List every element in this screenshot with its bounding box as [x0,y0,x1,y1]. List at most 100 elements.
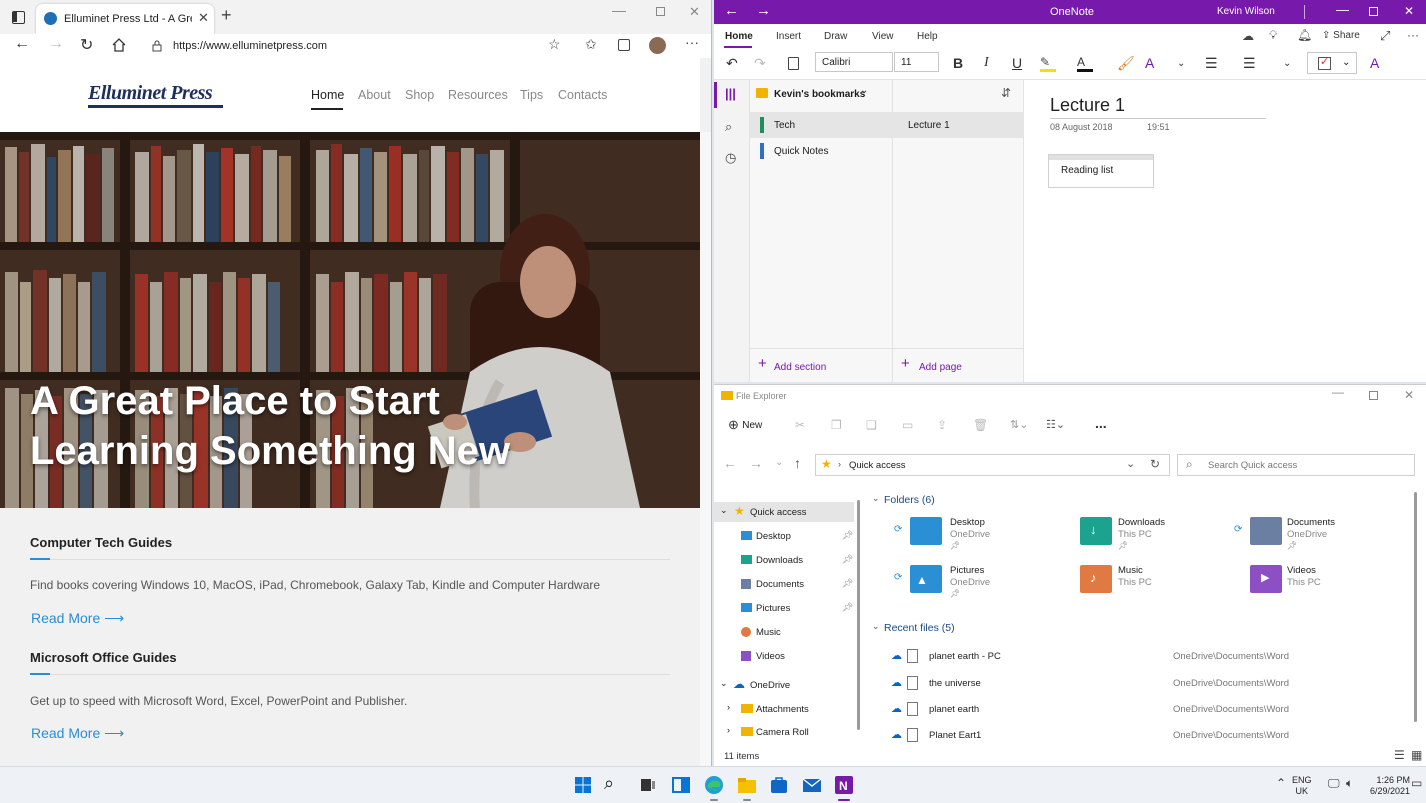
clear-format-icon[interactable]: A [1145,55,1154,71]
add-favorite-icon[interactable]: ☆ [548,36,561,53]
font-color-icon[interactable]: A [1077,55,1093,72]
chevron-down-icon[interactable]: ⌄ [720,505,728,516]
favorites-icon[interactable]: ✩ [585,36,597,53]
volume-icon[interactable]: 🔈︎ [1346,776,1353,791]
sort-icon[interactable]: ⇵ [1001,86,1011,100]
tab-draw[interactable]: Draw [824,31,847,42]
tag-dropdown[interactable]: ✓ ⌄ [1307,52,1357,74]
note-container[interactable]: Reading list [1048,154,1154,188]
tree-item-documents[interactable]: Documents 📌︎ [714,574,854,594]
bell-icon[interactable]: 🔔︎ [1297,28,1312,42]
tab-insert[interactable]: Insert [776,31,801,42]
folder-tile-music[interactable]: ♪ Music This PC [1064,562,1224,602]
page-canvas[interactable]: Lecture 1 08 August 2018 19:51 Reading l… [1024,80,1426,382]
read-more-link[interactable]: Read More ⟶ [31,725,124,742]
site-logo[interactable]: Elluminet Press [88,82,213,105]
copy-icon[interactable]: ❐ [831,418,842,432]
refresh-icon[interactable]: ↻ [1150,457,1160,471]
add-page-button[interactable]: + Add page [893,348,1024,382]
search-icon[interactable]: ⌕ [725,119,732,135]
notifications-icon[interactable]: ▭ [1411,776,1422,790]
folder-tile-documents[interactable]: ⟳ Documents OneDrive 📌︎ [1234,514,1404,554]
note-text[interactable]: Reading list [1061,165,1113,176]
share-button[interactable]: ⇪ Share [1322,30,1360,41]
chevron-down-icon[interactable]: ⌄ [860,85,868,96]
up-icon[interactable]: ↑ [794,455,801,471]
nav-home[interactable]: Home [311,88,344,102]
close-window-icon[interactable]: ✕ [689,4,700,20]
onenote-taskbar-button[interactable]: N [832,773,856,801]
chevron-down-icon[interactable]: ⌄ [1177,58,1185,69]
nav-tips[interactable]: Tips [520,88,543,102]
recent-file-row[interactable]: ☁ planet earth - PC OneDrive\Documents\W… [864,646,1418,666]
view-icon[interactable]: ☷⌄ [1046,418,1065,431]
maximize-icon[interactable] [656,7,665,16]
numbered-list-icon[interactable]: ☰ [1243,55,1256,72]
sync-icon[interactable]: ☁ [1242,29,1254,43]
tab-actions-icon[interactable] [12,11,25,24]
chevron-right-icon[interactable]: › [727,725,730,735]
tiles-view-icon[interactable]: ▦ [1411,748,1422,762]
folder-tile-videos[interactable]: ▶ Videos This PC [1234,562,1404,602]
read-more-link[interactable]: Read More ⟶ [31,610,124,627]
edge-taskbar-button[interactable] [702,773,726,801]
close-window-icon[interactable]: ✕ [1404,388,1414,402]
highlight-icon[interactable]: ✎ [1040,55,1056,72]
chevron-right-icon[interactable]: › [727,702,730,712]
format-painter-icon[interactable]: 🖌︎ [1117,55,1135,72]
minimize-icon[interactable]: — [1332,385,1344,399]
maximize-icon[interactable] [1369,391,1378,400]
task-view-button[interactable] [636,773,660,797]
add-section-button[interactable]: + Add section [750,348,893,382]
forward-icon[interactable]: → [756,2,771,19]
back-icon[interactable]: ← [14,35,30,53]
widgets-button[interactable] [669,773,693,797]
tab-help[interactable]: Help [917,31,938,42]
section-item-tech[interactable]: Tech [750,112,893,138]
tree-item-downloads[interactable]: Downloads 📌︎ [714,550,854,570]
home-icon[interactable] [112,38,126,52]
share-icon[interactable]: ⇪ [937,418,947,432]
nav-resources[interactable]: Resources [448,88,508,102]
chevron-down-icon[interactable]: ⌄ [720,678,728,689]
notebook-name[interactable]: Kevin's bookmarks [774,89,865,100]
recent-files-header[interactable]: Recent files (5) [884,622,955,634]
expand-icon[interactable]: ⤢ [1380,28,1390,44]
tree-item-quick-access[interactable]: ⌄ ★ Quick access [714,502,854,522]
minimize-icon[interactable]: — [1336,2,1349,17]
recent-file-row[interactable]: ☁ the universe OneDrive\Documents\Word [864,673,1418,693]
tree-scrollbar[interactable] [857,500,860,730]
nav-contacts[interactable]: Contacts [558,88,607,102]
new-button[interactable]: ⊕ New [728,417,762,433]
tree-item-camera-roll[interactable]: › Camera Roll [714,722,854,742]
more-icon[interactable]: ··· [1407,28,1419,42]
close-tab-icon[interactable]: ✕ [198,10,209,26]
cut-icon[interactable]: ✂ [795,418,805,432]
chevron-down-icon[interactable]: ⌄ [872,621,880,632]
page-title[interactable]: Lecture 1 [1050,95,1125,116]
chevron-down-icon[interactable]: ⌄ [1283,58,1291,69]
tree-item-onedrive[interactable]: ⌄ ☁ OneDrive [714,675,854,695]
spelling-icon[interactable]: A [1370,55,1379,71]
maximize-icon[interactable] [1369,7,1378,16]
minimize-icon[interactable]: — [612,2,626,18]
show-hidden-icons-icon[interactable]: ⌃ [1276,776,1286,790]
file-explorer-taskbar-button[interactable] [735,773,759,801]
more-options-button[interactable]: ... [1095,415,1107,431]
page-scrollbar[interactable] [700,132,711,766]
note-container-handle[interactable] [1049,155,1153,160]
back-icon[interactable]: ← [724,2,739,19]
bold-icon[interactable]: B [953,55,963,71]
language-indicator[interactable]: ENG UK [1292,775,1312,797]
refresh-icon[interactable]: ↻ [80,35,93,55]
tab-view[interactable]: View [872,31,894,42]
mail-taskbar-button[interactable] [800,773,824,797]
clipboard-icon[interactable] [788,57,799,70]
recent-icon[interactable]: ◷ [725,150,736,166]
font-name-field[interactable]: Calibri [815,52,893,72]
sort-icon[interactable]: ⇅⌄ [1010,418,1028,431]
tree-item-attachments[interactable]: › Attachments [714,699,854,719]
network-icon[interactable]: 🖵︎ [1328,776,1340,791]
folder-tile-desktop[interactable]: ⟳ Desktop OneDrive 📌︎ [894,514,1054,554]
recent-file-row[interactable]: ☁ Planet Eart1 OneDrive\Documents\Word [864,725,1418,745]
